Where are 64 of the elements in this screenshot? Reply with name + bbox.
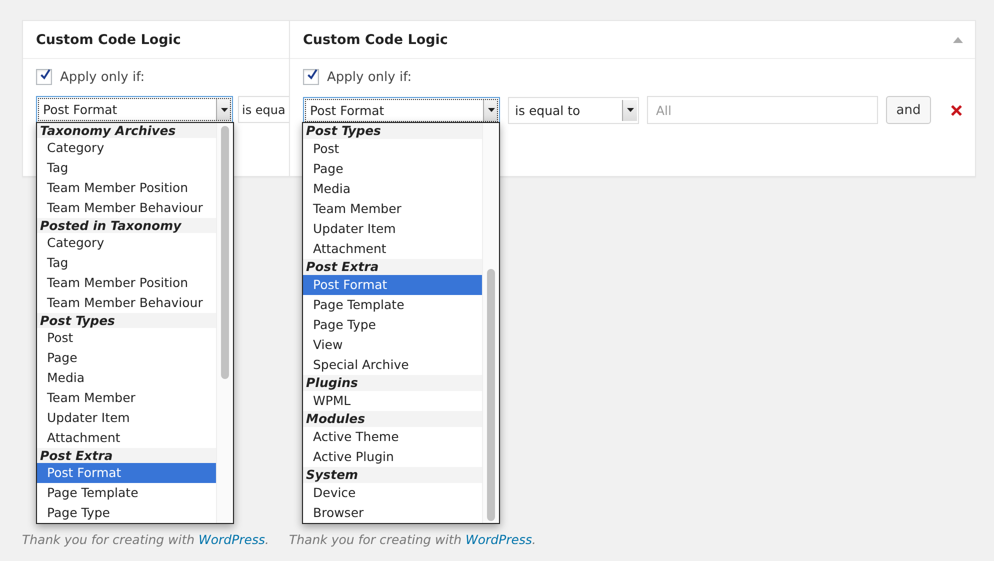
operator-select[interactable]: is equal to: [508, 96, 639, 124]
dropdown-option[interactable]: Active Plugin: [303, 447, 482, 467]
caret-icon[interactable]: [483, 100, 498, 120]
dropdown-option[interactable]: Team Member: [303, 199, 482, 219]
dropdown-option[interactable]: Team Member: [37, 388, 216, 408]
dropdown-option[interactable]: Team Member Position: [37, 273, 216, 293]
dropdown-option[interactable]: Page Template: [303, 295, 482, 315]
dropdown-option[interactable]: Attachment: [37, 428, 216, 448]
field-select[interactable]: Post Format: [36, 96, 233, 123]
value-input[interactable]: All: [647, 96, 878, 124]
field-select[interactable]: Post Format: [303, 96, 500, 124]
dropdown-option[interactable]: Device: [303, 483, 482, 503]
dropdown-option[interactable]: Team Member Behaviour: [37, 198, 216, 218]
option-group-label: Post Types: [303, 123, 482, 139]
option-group-label: System: [303, 467, 482, 483]
option-group-label: Posted in Taxonomy: [37, 218, 216, 233]
dropdown-option[interactable]: Page: [37, 348, 216, 368]
dropdown-option[interactable]: Page Type: [37, 503, 216, 523]
dropdown-option[interactable]: Media: [303, 179, 482, 199]
operator-select[interactable]: is equa: [238, 96, 289, 123]
option-group-label: Post Extra: [37, 448, 216, 463]
option-group-label: Taxonomy Archives: [37, 123, 216, 138]
dropdown-option[interactable]: Updater Item: [303, 219, 482, 239]
footer-link[interactable]: WordPress: [198, 532, 265, 547]
option-group-label: Plugins: [303, 375, 482, 391]
checkbox-label: Apply only if:: [60, 70, 145, 84]
dropdown-option[interactable]: Tag: [37, 158, 216, 178]
checkbox-label: Apply only if:: [327, 70, 412, 84]
dropdown-option[interactable]: Page: [303, 159, 482, 179]
apply-checkbox[interactable]: [36, 69, 52, 85]
dropdown-option[interactable]: Category: [37, 233, 216, 253]
dropdown-option[interactable]: Tag: [37, 253, 216, 273]
dropdown-option[interactable]: Post Format: [303, 275, 482, 295]
option-group-label: Post Types: [37, 313, 216, 328]
dropdown-option[interactable]: WPML: [303, 391, 482, 411]
dropdown-option[interactable]: Browser: [303, 503, 482, 523]
dropdown-option[interactable]: Category: [37, 138, 216, 158]
footer-text: Thank you for creating with WordPress.: [289, 532, 536, 547]
dropdown-option[interactable]: Page Type: [303, 315, 482, 335]
apply-checkbox[interactable]: [303, 69, 319, 85]
caret-icon[interactable]: [216, 99, 231, 120]
scrollbar-thumb[interactable]: [221, 126, 229, 379]
caret-icon[interactable]: [622, 100, 637, 120]
remove-icon[interactable]: [951, 104, 962, 116]
dropdown-option[interactable]: Attachment: [303, 239, 482, 259]
footer-text: Thank you for creating with WordPress.: [22, 532, 269, 547]
footer-link[interactable]: WordPress: [466, 532, 532, 547]
dropdown-option[interactable]: Team Member Position: [37, 178, 216, 198]
dropdown-option[interactable]: View: [303, 335, 482, 355]
dropdown-option[interactable]: Media: [37, 368, 216, 388]
option-group-label: Modules: [303, 411, 482, 427]
dropdown-option[interactable]: Post Format: [37, 463, 216, 483]
dropdown-option[interactable]: Updater Item: [37, 408, 216, 428]
dropdown-option[interactable]: Team Member Behaviour: [37, 293, 216, 313]
dropdown-option[interactable]: Post: [303, 139, 482, 159]
dropdown-option[interactable]: Special Archive: [303, 355, 482, 375]
scrollbar-thumb[interactable]: [487, 269, 495, 521]
option-group-label: Post Extra: [303, 259, 482, 275]
dropdown-option[interactable]: Post: [37, 328, 216, 348]
panel-title: Custom Code Logic: [303, 32, 448, 48]
dropdown-option[interactable]: Active Theme: [303, 427, 482, 447]
and-button[interactable]: and: [886, 96, 931, 124]
dropdown-option[interactable]: Page Template: [37, 483, 216, 503]
panel-title: Custom Code Logic: [36, 32, 181, 48]
